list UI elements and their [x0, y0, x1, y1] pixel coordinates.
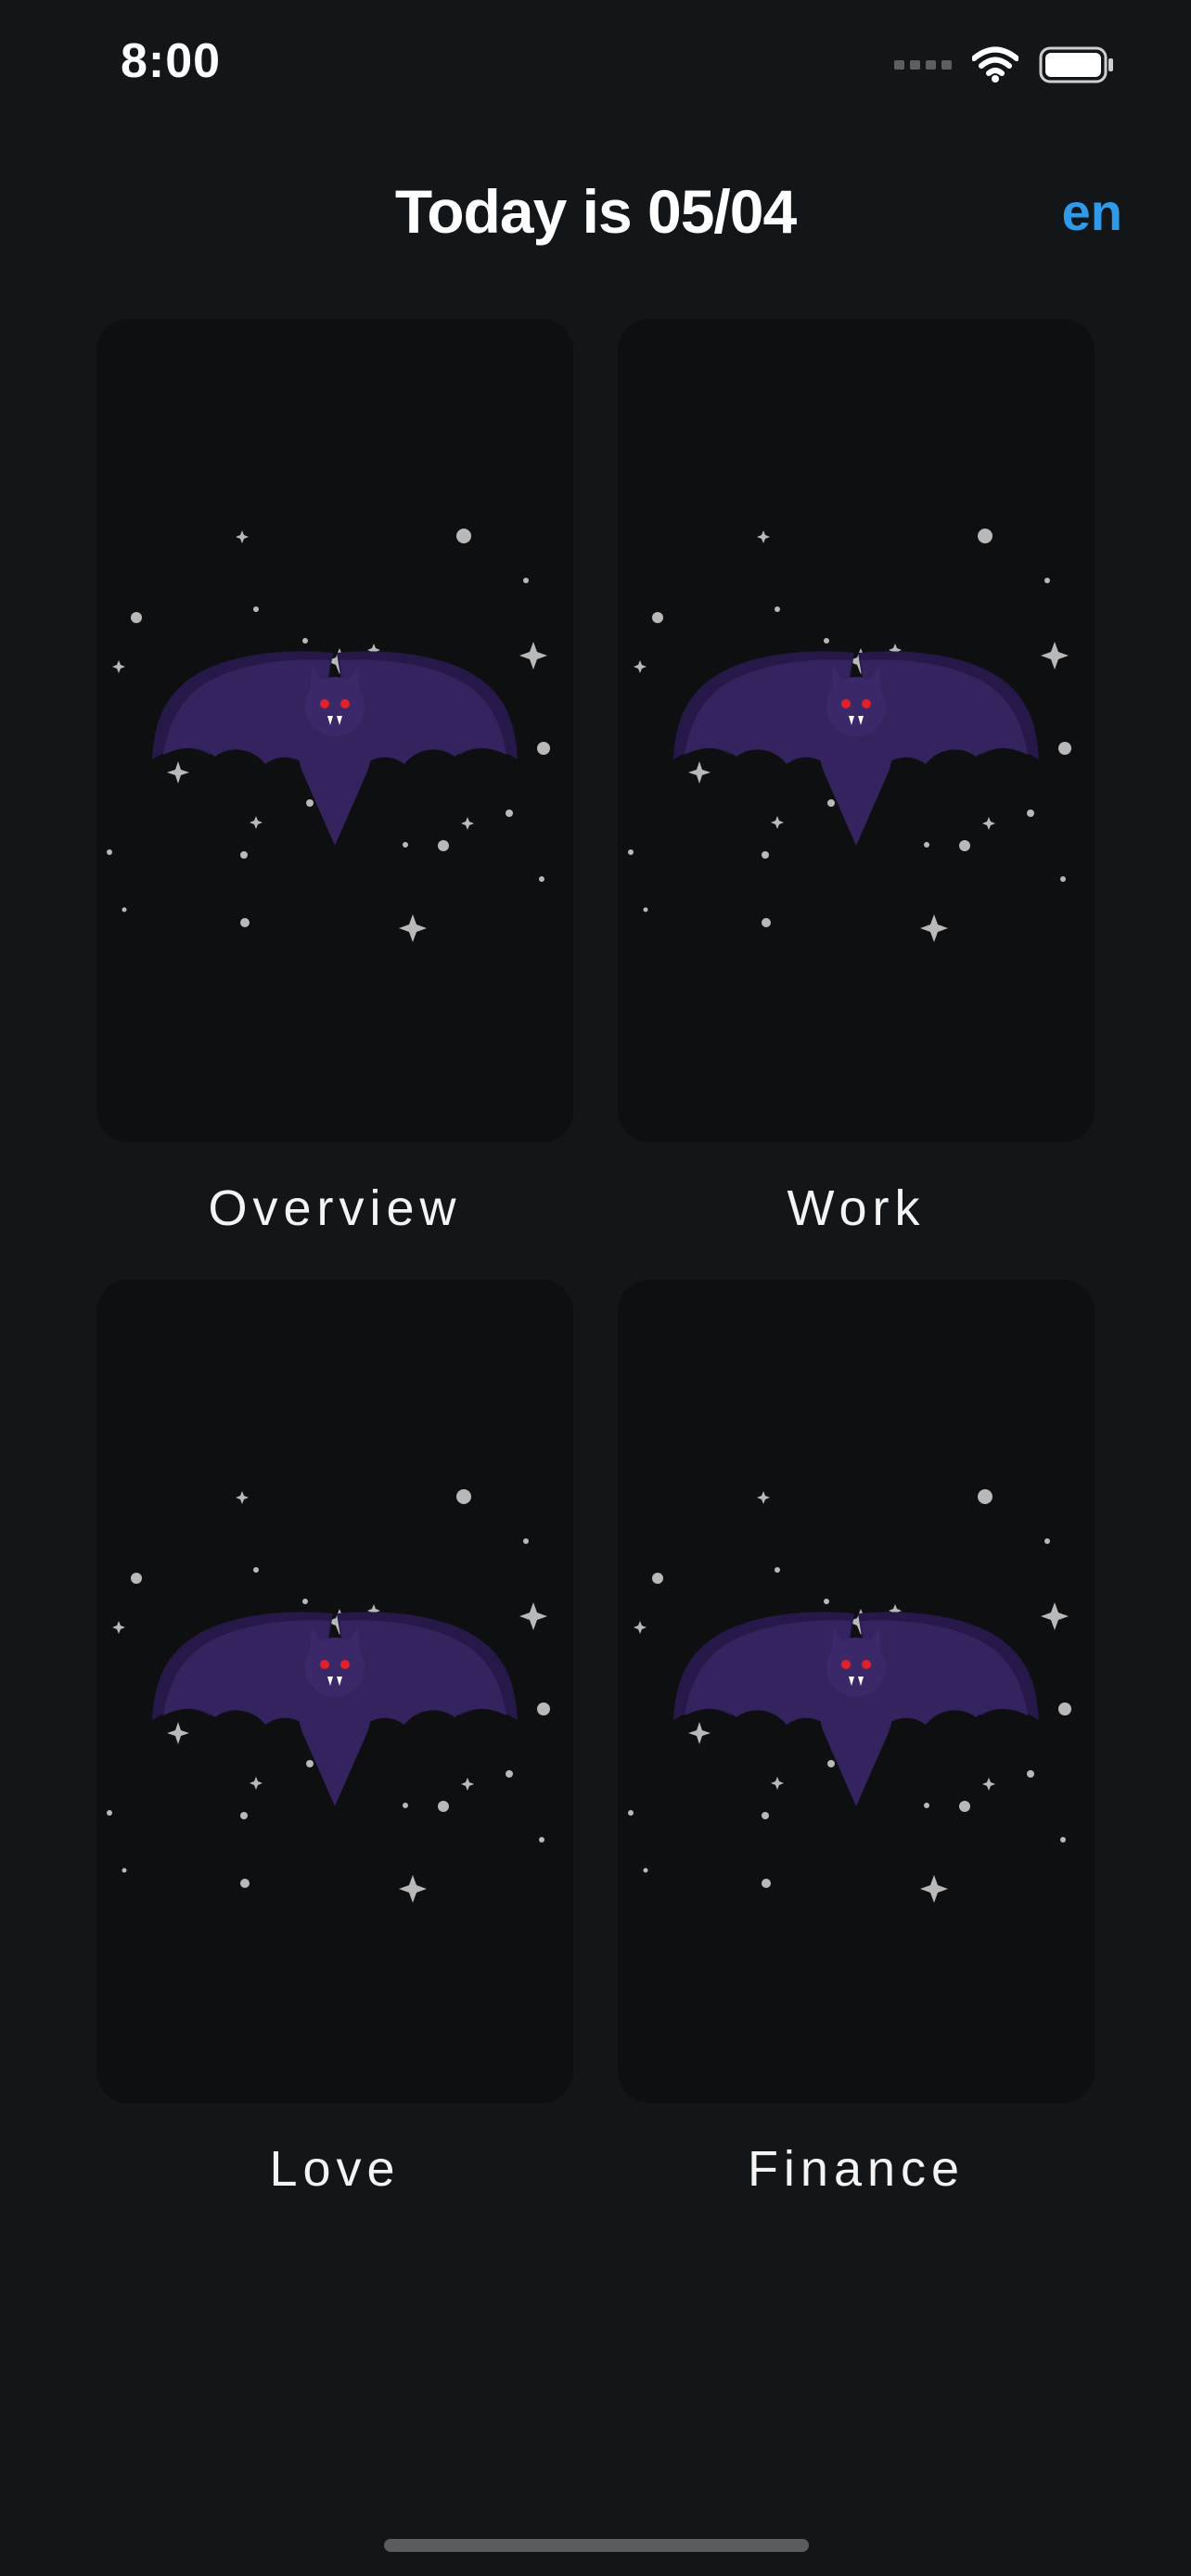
header: Today is 05/04 en [0, 139, 1191, 278]
card-label-finance[interactable]: Finance [618, 2140, 1095, 2198]
status-bar: 8:00 [0, 0, 1191, 139]
card-work[interactable] [618, 319, 1095, 1142]
language-toggle[interactable]: en [1062, 182, 1122, 242]
status-time: 8:00 [121, 34, 222, 88]
card-label-love[interactable]: Love [96, 2140, 573, 2198]
page-title: Today is 05/04 [394, 177, 797, 246]
bat-illustration [628, 1489, 1071, 1903]
bat-illustration [107, 529, 550, 942]
card-overview[interactable] [96, 319, 573, 1142]
card-finance[interactable] [618, 1280, 1095, 2103]
battery-icon [1039, 46, 1113, 83]
signal-icon [894, 60, 952, 70]
home-indicator[interactable] [384, 2539, 809, 2552]
card-label-work[interactable]: Work [618, 1180, 1095, 1237]
wifi-icon [972, 46, 1018, 83]
card-label-overview[interactable]: Overview [96, 1180, 573, 1237]
status-icons [894, 46, 1115, 83]
bat-illustration [107, 1489, 550, 1903]
bat-illustration [628, 529, 1071, 942]
card-love[interactable] [96, 1280, 573, 2103]
